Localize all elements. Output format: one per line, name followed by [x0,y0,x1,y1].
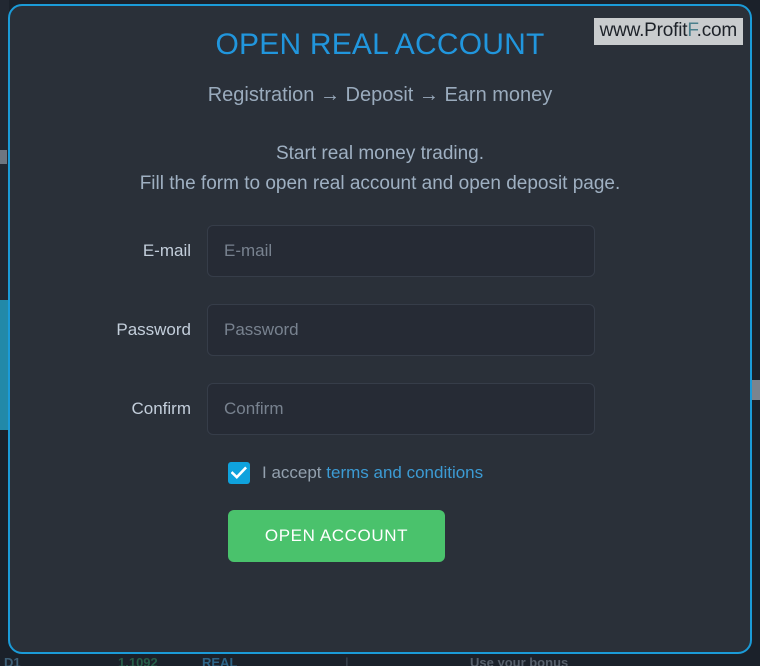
backdrop-toolbar-item: Use your bonus [470,655,569,666]
open-real-account-dialog: OPEN REAL ACCOUNT Registration → Deposit… [8,4,752,654]
backdrop-toolbar-item: REAL [202,655,238,666]
lead-line-1: Start real money trading. [275,143,485,164]
watermark-prefix: www.Profit [599,20,688,41]
form-row: E-mail [10,225,750,277]
form-row: Password [10,304,750,356]
password-input[interactable] [207,304,595,356]
watermark-accent: F [687,20,697,41]
e-mail-input[interactable] [207,225,595,277]
form-row: Confirm [10,383,750,435]
registration-steps: Registration → Deposit → Earn money [207,84,553,106]
backdrop-right-marker [752,380,760,400]
field-label-confirm: Confirm [131,399,191,418]
backdrop-toolbar-item: D1 [4,655,21,666]
backdrop-toolbar-item: 1.1092 [118,655,158,666]
terms-prefix: I accept [262,463,327,482]
backdrop-toolbar-item: | [345,655,349,666]
lead-text: Start real money trading. Fill the form … [10,107,750,199]
terms-row: I accept terms and conditions [228,462,750,484]
open-account-button[interactable]: OPEN ACCOUNT [228,510,445,562]
backdrop-left-marker [0,150,7,164]
field-label-password: Password [116,320,191,339]
submit-row: OPEN ACCOUNT [228,510,750,562]
registration-form: E-mail Password Confirm [10,225,750,435]
checkmark-icon [231,466,247,480]
watermark-suffix: .com [696,20,738,41]
field-label-e-mail: E-mail [142,241,191,260]
site-watermark: www.ProfitF.com [593,18,743,45]
accept-terms-checkbox[interactable] [228,462,250,484]
terms-and-conditions-link[interactable]: terms and conditions [326,463,483,482]
confirm-input[interactable] [207,383,595,435]
terms-label: I accept terms and conditions [262,463,483,483]
lead-line-2: Fill the form to open real account and o… [139,173,621,194]
